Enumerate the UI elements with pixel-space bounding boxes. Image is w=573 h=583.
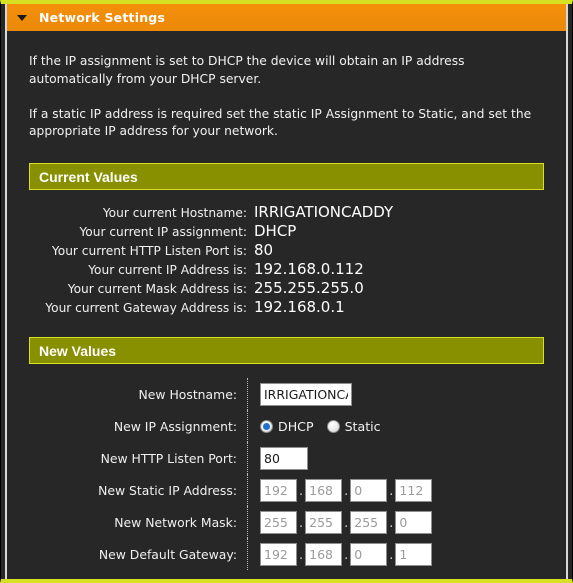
network-mask-octet-2[interactable]: [305, 510, 343, 534]
new-default-gateway-label: New Default Gateway:: [98, 546, 237, 562]
current-ip-address-label: Your current IP Address is:: [88, 263, 247, 278]
panel-content: If the IP assignment is set to DHCP the …: [7, 31, 566, 579]
static-ip-octet-1[interactable]: [260, 478, 297, 502]
octet-separator: .: [389, 515, 394, 531]
form-row-http-port: New HTTP Listen Port:: [29, 442, 544, 475]
table-row: Your current IP Address is: 192.168.0.11…: [29, 260, 393, 279]
new-hostname-input[interactable]: [260, 382, 352, 406]
table-row: Your current HTTP Listen Port is: 80: [29, 241, 393, 260]
current-values-table: Your current Hostname: IRRIGATIONCADDY Y…: [29, 203, 393, 317]
form-row-default-gateway: New Default Gateway: . . .: [29, 538, 544, 571]
form-row-static-ip: New Static IP Address: . . .: [29, 474, 544, 507]
current-values-header: Current Values: [29, 163, 544, 191]
form-divider: [247, 442, 249, 475]
current-mask-address-label: Your current Mask Address is:: [67, 282, 247, 297]
new-network-mask-label: New Network Mask:: [114, 514, 237, 530]
new-static-ip-label: New Static IP Address:: [98, 482, 237, 498]
radio-dhcp-icon[interactable]: [260, 419, 273, 433]
octet-separator: .: [299, 483, 304, 499]
form-divider: [247, 378, 249, 411]
new-http-port-label: New HTTP Listen Port:: [100, 450, 237, 466]
current-http-port-value: 80: [254, 241, 274, 260]
octet-separator: .: [389, 547, 394, 563]
octet-separator: .: [299, 547, 304, 563]
form-divider: [247, 506, 249, 539]
default-gateway-octet-1[interactable]: [260, 542, 297, 566]
new-http-port-input[interactable]: [260, 446, 308, 470]
panel-title: Network Settings: [39, 10, 166, 25]
current-ip-address-value: 192.168.0.112: [254, 260, 364, 279]
static-ip-octet-3[interactable]: [350, 478, 388, 502]
panel-titlebar[interactable]: Network Settings: [7, 4, 566, 31]
new-ip-assignment-label: New IP Assignment:: [113, 418, 237, 434]
table-row: Your current IP assignment: DHCP: [29, 222, 393, 241]
network-mask-octet-4[interactable]: [395, 510, 433, 534]
network-mask-octet-3[interactable]: [350, 510, 388, 534]
radio-static-icon[interactable]: [326, 419, 340, 433]
network-settings-panel: Network Settings If the IP assignment is…: [0, 0, 573, 583]
current-gateway-address-value: 192.168.0.1: [254, 298, 345, 317]
current-gateway-address-label: Your current Gateway Address is:: [45, 301, 247, 316]
new-values-form: New Hostname: New IP Assignment: DHCP: [29, 378, 544, 571]
radio-option-dhcp[interactable]: DHCP: [260, 419, 314, 434]
new-http-port-field-area: [260, 446, 308, 470]
form-row-hostname: New Hostname:: [29, 378, 544, 411]
radio-dhcp-label: DHCP: [278, 418, 314, 434]
network-mask-octet-1[interactable]: [260, 510, 297, 534]
octet-separator: .: [344, 547, 349, 563]
current-hostname-value: IRRIGATIONCADDY: [254, 203, 394, 222]
table-row: Your current Hostname: IRRIGATIONCADDY: [29, 203, 393, 222]
current-http-port-label: Your current HTTP Listen Port is:: [51, 244, 247, 259]
form-divider: [247, 538, 249, 571]
form-divider: [247, 410, 249, 443]
new-hostname-field-area: [260, 382, 352, 406]
new-static-ip-field-area: . . .: [260, 478, 433, 502]
static-ip-octet-2[interactable]: [305, 478, 343, 502]
new-values-header: New Values: [29, 337, 544, 365]
triangle-down-icon[interactable]: [17, 14, 27, 21]
static-ip-octet-4[interactable]: [395, 478, 433, 502]
current-ip-assignment-value: DHCP: [254, 222, 297, 241]
new-default-gateway-field-area: . . .: [260, 542, 433, 566]
current-hostname-label: Your current Hostname:: [102, 206, 247, 221]
table-row: Your current Mask Address is: 255.255.25…: [29, 279, 393, 298]
radio-option-static[interactable]: Static: [326, 418, 381, 434]
new-network-mask-field-area: . . .: [260, 510, 433, 534]
panel-inner: Network Settings If the IP assignment is…: [7, 4, 566, 579]
new-ip-assignment-radio-group: DHCP Static: [260, 419, 394, 434]
form-divider: [247, 474, 249, 507]
intro-paragraph-2: If a static IP address is required set t…: [29, 106, 532, 139]
octet-separator: .: [299, 515, 304, 531]
radio-static-label: Static: [344, 418, 381, 434]
table-row: Your current Gateway Address is: 192.168…: [29, 298, 393, 317]
intro-paragraph-1: If the IP assignment is set to DHCP the …: [29, 54, 465, 86]
octet-separator: .: [344, 483, 349, 499]
form-row-network-mask: New Network Mask: . . .: [29, 506, 544, 539]
default-gateway-octet-2[interactable]: [305, 542, 343, 566]
current-mask-address-value: 255.255.255.0: [254, 279, 364, 298]
octet-separator: .: [344, 515, 349, 531]
default-gateway-octet-3[interactable]: [350, 542, 388, 566]
octet-separator: .: [389, 483, 394, 499]
form-row-ip-assignment: New IP Assignment: DHCP Static: [29, 410, 544, 443]
default-gateway-octet-4[interactable]: [395, 542, 433, 566]
current-ip-assignment-label: Your current IP assignment:: [79, 225, 247, 240]
new-hostname-label: New Hostname:: [138, 386, 238, 402]
